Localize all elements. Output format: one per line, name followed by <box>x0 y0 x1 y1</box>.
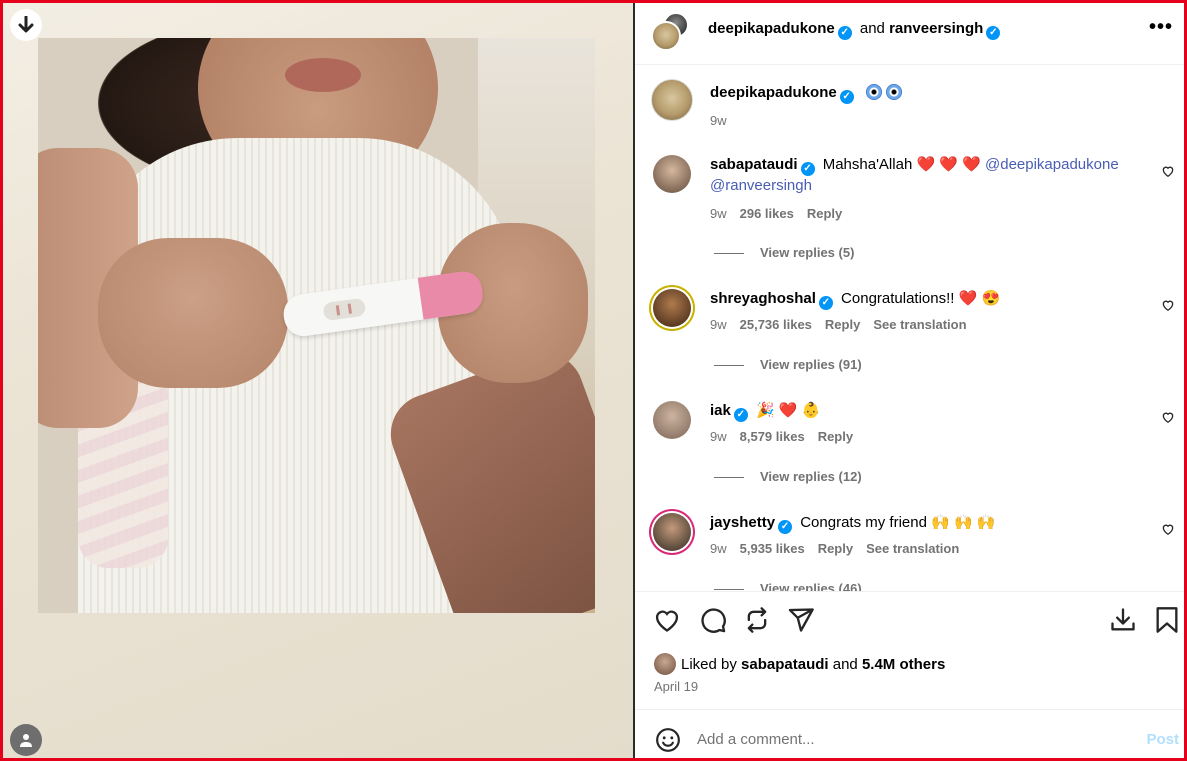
avatar[interactable] <box>653 401 691 439</box>
see-translation-button[interactable]: See translation <box>866 541 959 556</box>
post-photo[interactable] <box>38 38 595 613</box>
avatar[interactable] <box>651 21 681 51</box>
liked-by-prefix: Liked by <box>681 656 737 673</box>
avatar <box>654 653 676 675</box>
avatar[interactable] <box>653 155 691 193</box>
down-arrow-icon <box>18 16 34 33</box>
comment: jayshetty ✓ Congrats my friend 🙌 🙌 🙌 9w 5,… <box>635 513 1184 591</box>
more-options-button[interactable]: ••• <box>1149 17 1173 37</box>
verified-icon: ✓ <box>818 296 833 310</box>
repost-icon[interactable] <box>743 606 771 634</box>
comment-text: sabapataudi ✓ Mahsha'Allah ❤️ ❤️ ❤️ @deep… <box>710 155 1150 196</box>
username-link[interactable]: shreyaghoshal <box>710 290 816 307</box>
bookmark-icon[interactable] <box>1153 606 1181 634</box>
download-button[interactable] <box>10 9 42 41</box>
tagged-users-button[interactable] <box>10 724 42 756</box>
post-header: deepikapadukone ✓ and ranveersingh ✓ ••• <box>635 3 1184 65</box>
media-pane <box>3 3 633 758</box>
mention-link[interactable]: @ranveersingh <box>710 177 812 194</box>
view-replies-button[interactable]: View replies (12) <box>714 469 862 484</box>
nazar-amulet-icon <box>885 84 902 100</box>
verified-icon: ✓ <box>800 162 815 176</box>
comment-text: shreyaghoshal ✓ Congratulations!! ❤️ 😍 <box>710 289 1150 310</box>
reply-button[interactable]: Reply <box>818 429 853 444</box>
verified-icon: ✓ <box>839 90 854 104</box>
heart-icon[interactable] <box>1161 298 1175 312</box>
username-link[interactable]: iak <box>710 402 731 419</box>
emoji-icon[interactable] <box>655 727 681 753</box>
download-icon[interactable] <box>1109 606 1137 634</box>
post-side-panel: deepikapadukone ✓ and ranveersingh ✓ ••• d… <box>635 3 1184 758</box>
username-link[interactable]: sabapataudi <box>741 656 829 673</box>
username-link[interactable]: jayshetty <box>710 514 775 531</box>
like-count[interactable]: 5,935 likes <box>740 541 805 556</box>
avatar[interactable] <box>651 79 693 121</box>
comment-body: 🎉 ❤️ 👶 <box>756 402 821 419</box>
share-icon[interactable] <box>787 606 815 634</box>
comment-icon[interactable] <box>699 606 727 634</box>
username-link[interactable]: sabapataudi <box>710 156 798 173</box>
joiner-text: and <box>859 20 885 37</box>
post-button[interactable]: Post <box>1146 731 1179 748</box>
view-replies-button[interactable]: View replies (46) <box>714 581 862 591</box>
verified-icon: ✓ <box>733 408 748 422</box>
verified-icon: ✓ <box>986 26 1001 40</box>
username-link[interactable]: deepikapadukone <box>710 84 837 101</box>
like-count[interactable]: 296 likes <box>740 206 794 221</box>
see-translation-button[interactable]: See translation <box>873 317 966 332</box>
others-link[interactable]: 5.4M others <box>862 656 945 673</box>
comment-text: iak ✓ 🎉 ❤️ 👶 <box>710 401 1150 422</box>
comment-meta: 9w 5,935 likes Reply See translation <box>710 541 972 556</box>
reply-button[interactable]: Reply <box>807 206 842 221</box>
username-link[interactable]: deepikapadukone <box>708 20 835 37</box>
avatar[interactable] <box>653 513 691 551</box>
comment: iak ✓ 🎉 ❤️ 👶 9w 8,579 likes Reply <box>635 401 1184 513</box>
comment-meta: 9w 296 likes Reply <box>710 206 855 221</box>
post-authors: deepikapadukone ✓ and ranveersingh ✓ <box>708 19 1004 40</box>
liked-and: and <box>832 656 858 673</box>
post-date: April 19 <box>654 679 699 694</box>
nazar-amulet-icon <box>865 84 882 100</box>
comment-time: 9w <box>710 317 727 332</box>
heart-icon[interactable] <box>1161 410 1175 424</box>
like-count[interactable]: 8,579 likes <box>740 429 805 444</box>
comment-meta: 9w 8,579 likes Reply <box>710 429 866 444</box>
reply-button[interactable]: Reply <box>825 317 860 332</box>
caption-time: 9w <box>710 113 727 128</box>
verified-icon: ✓ <box>837 26 852 40</box>
person-icon <box>20 734 32 747</box>
avatar[interactable] <box>653 289 691 327</box>
heart-icon[interactable] <box>1161 522 1175 536</box>
comment-time: 9w <box>710 206 727 221</box>
view-replies-button[interactable]: View replies (5) <box>714 245 854 260</box>
view-replies-button[interactable]: View replies (91) <box>714 357 862 372</box>
heart-icon[interactable] <box>653 606 681 634</box>
comment-body: Congratulations!! ❤️ 😍 <box>841 290 1001 307</box>
window-frame: deepikapadukone ✓ and ranveersingh ✓ ••• d… <box>0 0 1187 761</box>
comment-text: jayshetty ✓ Congrats my friend 🙌 🙌 🙌 <box>710 513 1150 534</box>
like-count[interactable]: 25,736 likes <box>740 317 812 332</box>
comment-time: 9w <box>710 429 727 444</box>
verified-icon: ✓ <box>778 520 793 534</box>
mention-link[interactable]: @deepikapadukone <box>985 156 1119 173</box>
likes-summary: Liked by sabapataudi and 5.4M others <box>654 653 945 675</box>
comment: shreyaghoshal ✓ Congratulations!! ❤️ 😍 9w… <box>635 289 1184 401</box>
heart-icon[interactable] <box>1161 164 1175 178</box>
comment-meta: 9w 25,736 likes Reply See translation <box>710 317 980 332</box>
reply-button[interactable]: Reply <box>818 541 853 556</box>
comments-list[interactable]: deepikapadukone ✓ 9w sabapataudi ✓ Mahsha'… <box>635 65 1184 591</box>
comment-input[interactable] <box>697 726 1117 752</box>
username-link[interactable]: ranveersingh <box>889 20 983 37</box>
comment-time: 9w <box>710 541 727 556</box>
comment-body: Mahsha'Allah ❤️ ❤️ ❤️ <box>822 156 981 173</box>
comment-body: Congrats my friend 🙌 🙌 🙌 <box>800 514 996 531</box>
caption-line: deepikapadukone ✓ <box>710 83 902 104</box>
action-bar <box>635 591 1184 651</box>
add-comment-bar: Post <box>635 709 1184 758</box>
